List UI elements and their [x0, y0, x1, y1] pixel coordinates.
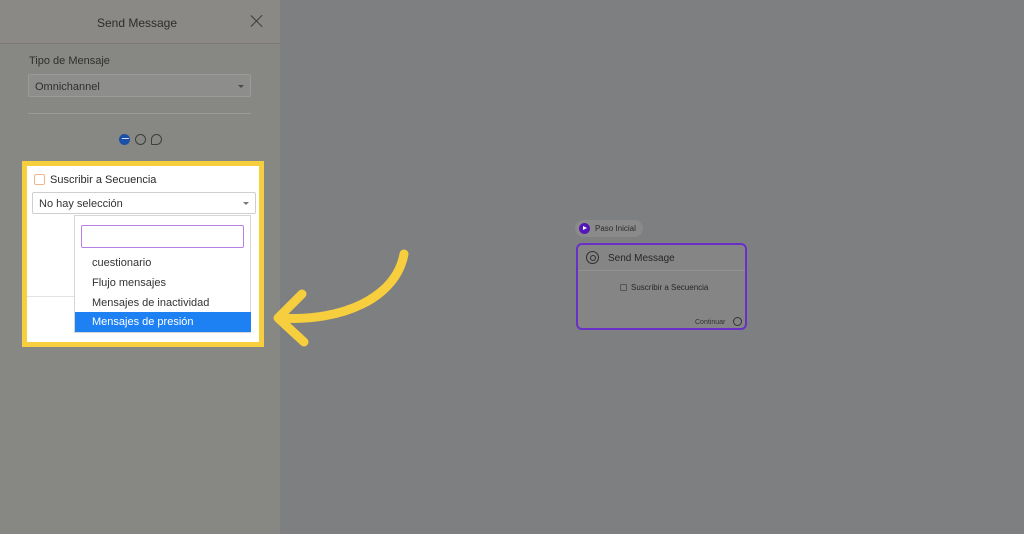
- sequence-dropdown: cuestionario Flujo mensajes Mensajes de …: [74, 215, 251, 333]
- panel-header: Send Message: [0, 0, 280, 44]
- continue-label: Continuar: [695, 319, 726, 326]
- sequence-select-value: No hay selección: [39, 198, 123, 210]
- dropdown-option-selected[interactable]: Mensajes de presión: [75, 312, 251, 332]
- pointer-arrow-icon: [273, 249, 409, 347]
- node-action-label: Suscribir a Secuencia: [631, 283, 709, 292]
- node-title: Send Message: [608, 253, 675, 264]
- sequence-select[interactable]: No hay selección: [32, 192, 256, 214]
- channel-icons: [118, 134, 166, 148]
- chevron-down-icon: [238, 85, 244, 88]
- divider: [27, 296, 75, 297]
- sequence-icon: [34, 174, 45, 185]
- dropdown-option[interactable]: Mensajes de inactividad: [75, 293, 251, 313]
- message-type-select[interactable]: Omnichannel: [28, 74, 251, 97]
- start-step-label: Paso Inicial: [595, 224, 636, 233]
- chat-icon[interactable]: [151, 134, 162, 145]
- sequence-search-input[interactable]: [81, 225, 244, 248]
- start-step-badge: Paso Inicial: [575, 220, 643, 237]
- dropdown-option[interactable]: cuestionario: [75, 253, 251, 273]
- whatsapp-icon[interactable]: [135, 134, 146, 145]
- messenger-icon[interactable]: [119, 134, 130, 145]
- message-type-value: Omnichannel: [35, 81, 100, 93]
- sequence-highlight-box: Suscribir a Secuencia No hay selección c…: [22, 161, 264, 347]
- sequence-label: Suscribir a Secuencia: [50, 174, 157, 186]
- message-type-label: Tipo de Mensaje: [29, 55, 110, 67]
- continue-port-icon[interactable]: [733, 317, 742, 326]
- close-icon[interactable]: [249, 13, 265, 29]
- play-icon: [579, 223, 590, 234]
- dropdown-option[interactable]: Flujo mensajes: [75, 273, 251, 293]
- panel-title: Send Message: [96, 16, 178, 30]
- chevron-down-icon: [243, 202, 249, 205]
- send-message-node[interactable]: Send Message Suscribir a Secuencia Conti…: [576, 243, 747, 330]
- node-header: Send Message: [578, 245, 745, 271]
- gear-icon: [586, 251, 599, 264]
- divider: [28, 113, 251, 114]
- sequence-icon: [620, 284, 627, 291]
